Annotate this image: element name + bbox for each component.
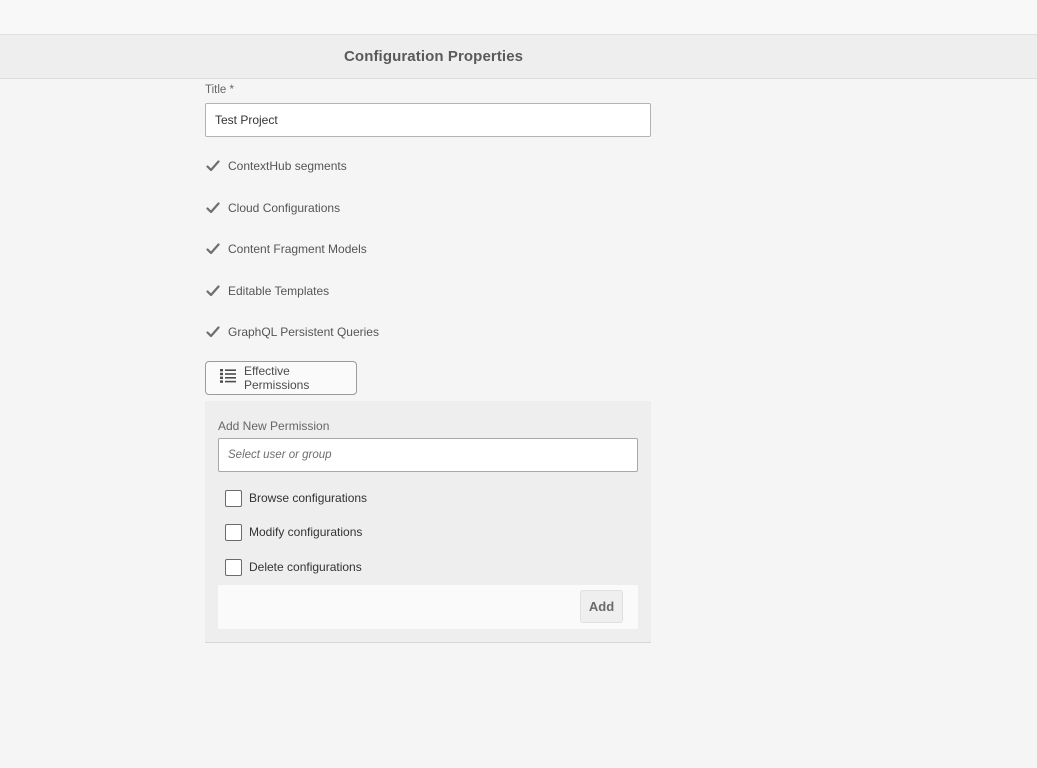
checkbox-content-fragment-models[interactable]: Content Fragment Models xyxy=(205,239,505,259)
checkbox-label: ContextHub segments xyxy=(228,159,347,173)
checkbox-modify-configurations[interactable]: Modify configurations xyxy=(225,523,485,541)
checkbox-box[interactable] xyxy=(225,523,242,541)
checkbox-label: Modify configurations xyxy=(249,525,363,539)
page-title: Configuration Properties xyxy=(344,48,524,65)
checkbox-label: GraphQL Persistent Queries xyxy=(228,325,379,339)
checkmark-icon xyxy=(205,324,221,340)
checkbox-label: Browse configurations xyxy=(249,491,368,505)
top-bar xyxy=(0,0,1037,35)
checkmark-icon xyxy=(205,158,221,174)
checkbox-box[interactable] xyxy=(225,558,242,576)
checkmark-icon xyxy=(205,283,221,299)
checkmark-icon xyxy=(205,200,221,216)
checkbox-cloud-configurations[interactable]: Cloud Configurations xyxy=(205,198,505,218)
checkbox-box[interactable] xyxy=(225,489,242,507)
title-field-label: Title * xyxy=(205,84,234,96)
checkbox-label: Editable Templates xyxy=(228,284,330,298)
checkbox-label: Cloud Configurations xyxy=(228,201,341,215)
checkbox-label: Delete configurations xyxy=(249,560,362,574)
add-permission-panel: Add New Permission Browse configurations… xyxy=(205,401,651,643)
title-bar: Configuration Properties xyxy=(0,35,1037,79)
checkmark-icon xyxy=(205,241,221,257)
checkbox-label: Content Fragment Models xyxy=(228,242,367,256)
checkbox-browse-configurations[interactable]: Browse configurations xyxy=(225,489,485,507)
checkbox-editable-templates[interactable]: Editable Templates xyxy=(205,281,505,301)
permission-action-bar: Add xyxy=(218,585,638,629)
list-icon xyxy=(220,368,236,388)
title-input[interactable] xyxy=(205,103,651,137)
effective-permissions-label: Effective Permissions xyxy=(244,364,310,392)
checkbox-contexthub-segments[interactable]: ContextHub segments xyxy=(205,156,505,176)
user-group-input[interactable] xyxy=(218,438,638,472)
checkbox-graphql-persistent-queries[interactable]: GraphQL Persistent Queries xyxy=(205,322,505,342)
effective-permissions-button[interactable]: Effective Permissions xyxy=(205,361,357,395)
checkbox-delete-configurations[interactable]: Delete configurations xyxy=(225,558,485,576)
add-permission-label: Add New Permission xyxy=(218,419,330,433)
add-permission-button[interactable]: Add xyxy=(580,590,623,623)
